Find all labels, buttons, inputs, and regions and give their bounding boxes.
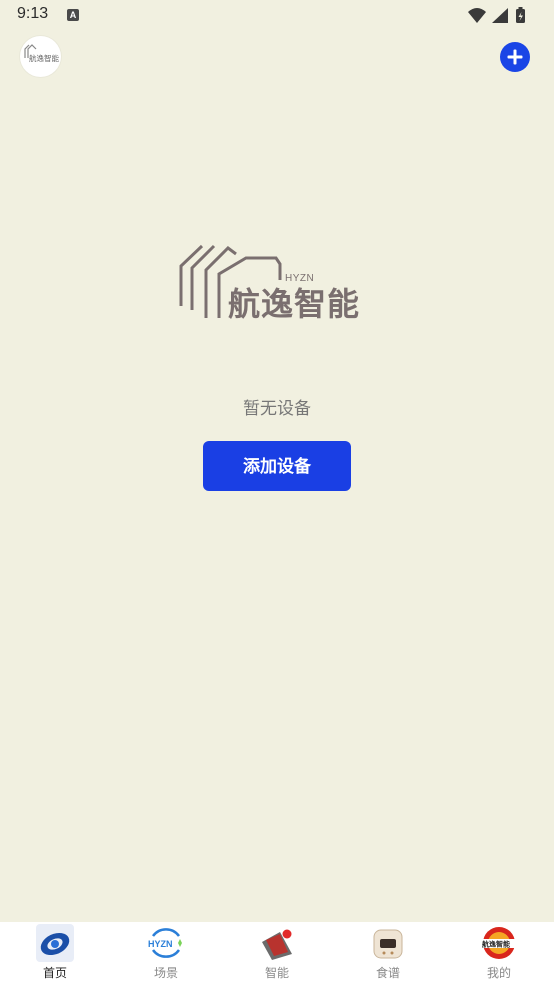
signal-icon — [492, 8, 508, 23]
tab-label: 场景 — [153, 966, 178, 980]
tab-home[interactable]: 首页 — [0, 922, 110, 984]
svg-text:航逸智能: 航逸智能 — [29, 53, 59, 63]
notification-a-icon: A — [67, 9, 79, 21]
tab-profile[interactable]: 航逸智能 我的 — [444, 922, 554, 984]
status-icons — [468, 7, 525, 23]
battery-icon — [516, 7, 525, 23]
avatar-logo-icon: 航逸智能 — [24, 44, 59, 63]
empty-state-message: 暂无设备 — [243, 399, 311, 419]
scene-icon: HYZN — [148, 928, 182, 958]
status-bar: 9:13 A — [0, 0, 554, 30]
svg-text:HYZN: HYZN — [148, 939, 173, 949]
status-time: 9:13 — [17, 5, 49, 22]
brand-subtitle: HYZN — [285, 273, 315, 284]
home-icon — [36, 924, 74, 962]
bottom-tab-bar: 首页 HYZN 场景 智能 食谱 航逸智能 我的 — [0, 922, 554, 984]
svg-text:航逸智能: 航逸智能 — [482, 940, 510, 949]
add-button[interactable] — [500, 42, 530, 72]
tab-label: 我的 — [486, 966, 511, 980]
avatar[interactable]: 航逸智能 — [20, 36, 61, 77]
tab-label: 首页 — [42, 966, 67, 980]
profile-icon: 航逸智能 — [481, 927, 517, 959]
tab-label: 食谱 — [375, 966, 400, 980]
add-device-button[interactable]: 添加设备 — [203, 441, 351, 491]
tab-scene[interactable]: HYZN 场景 — [111, 922, 221, 984]
tab-recipe[interactable]: 食谱 — [333, 922, 443, 984]
brand-name: 航逸智能 — [228, 285, 361, 323]
tab-label: 智能 — [264, 966, 289, 980]
smart-icon — [262, 929, 292, 960]
wifi-icon — [468, 8, 486, 23]
recipe-icon — [373, 929, 403, 959]
tab-smart[interactable]: 智能 — [222, 922, 332, 984]
plus-icon — [507, 49, 523, 65]
